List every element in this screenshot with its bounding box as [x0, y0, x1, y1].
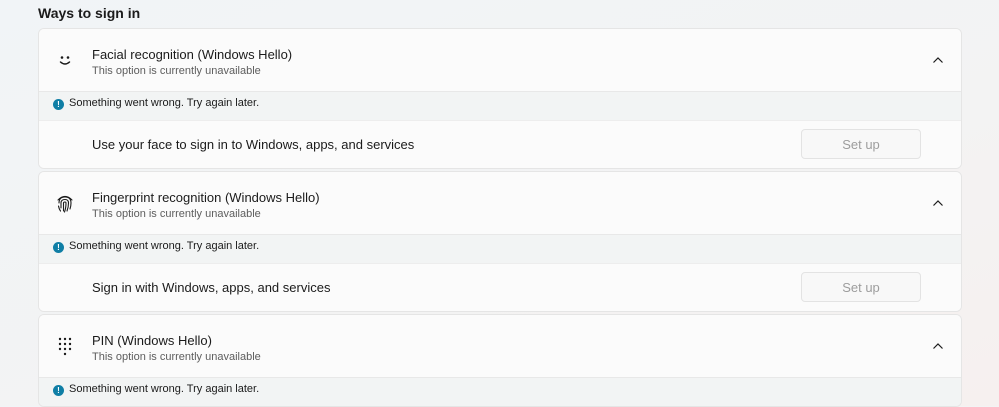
pin-card: PIN (Windows Hello) This option is curre… [38, 314, 962, 407]
error-message-bar: ! Something went wrong. Try again later. [39, 377, 961, 406]
card-title: PIN (Windows Hello) [92, 333, 212, 348]
setting-row: Use your face to sign in to Windows, app… [39, 120, 961, 168]
chevron-up-icon[interactable] [931, 196, 945, 210]
set-up-button[interactable]: Set up [801, 129, 921, 159]
card-title: Facial recognition (Windows Hello) [92, 47, 293, 62]
section-title: Ways to sign in [38, 5, 141, 21]
smile-face-icon [53, 48, 77, 72]
card-title: Fingerprint recognition (Windows Hello) [92, 190, 320, 205]
setting-row: Sign in with Windows, apps, and services… [39, 263, 961, 311]
pin-keypad-icon [53, 334, 77, 358]
fingerprint-recognition-card: Fingerprint recognition (Windows Hello) … [38, 171, 962, 312]
card-subtitle: This option is currently unavailable [92, 208, 261, 220]
row-label: Sign in with Windows, apps, and services [92, 280, 331, 295]
error-message-bar: ! Something went wrong. Try again later. [39, 234, 961, 263]
row-label: Use your face to sign in to Windows, app… [92, 137, 415, 152]
card-subtitle: This option is currently unavailable [92, 65, 261, 77]
chevron-up-icon[interactable] [931, 339, 945, 353]
error-text: Something went wrong. Try again later. [69, 240, 260, 252]
error-message-bar: ! Something went wrong. Try again later. [39, 91, 961, 120]
error-text: Something went wrong. Try again later. [69, 97, 260, 109]
chevron-up-icon[interactable] [931, 53, 945, 67]
set-up-button[interactable]: Set up [801, 272, 921, 302]
info-icon: ! [53, 385, 64, 396]
info-icon: ! [53, 242, 64, 253]
fingerprint-icon [53, 191, 77, 215]
facial-recognition-header[interactable]: Facial recognition (Windows Hello) This … [39, 29, 961, 91]
error-text: Something went wrong. Try again later. [69, 383, 260, 395]
pin-header[interactable]: PIN (Windows Hello) This option is curre… [39, 315, 961, 377]
facial-recognition-card: Facial recognition (Windows Hello) This … [38, 28, 962, 169]
info-icon: ! [53, 99, 64, 110]
card-subtitle: This option is currently unavailable [92, 351, 261, 363]
fingerprint-recognition-header[interactable]: Fingerprint recognition (Windows Hello) … [39, 172, 961, 234]
